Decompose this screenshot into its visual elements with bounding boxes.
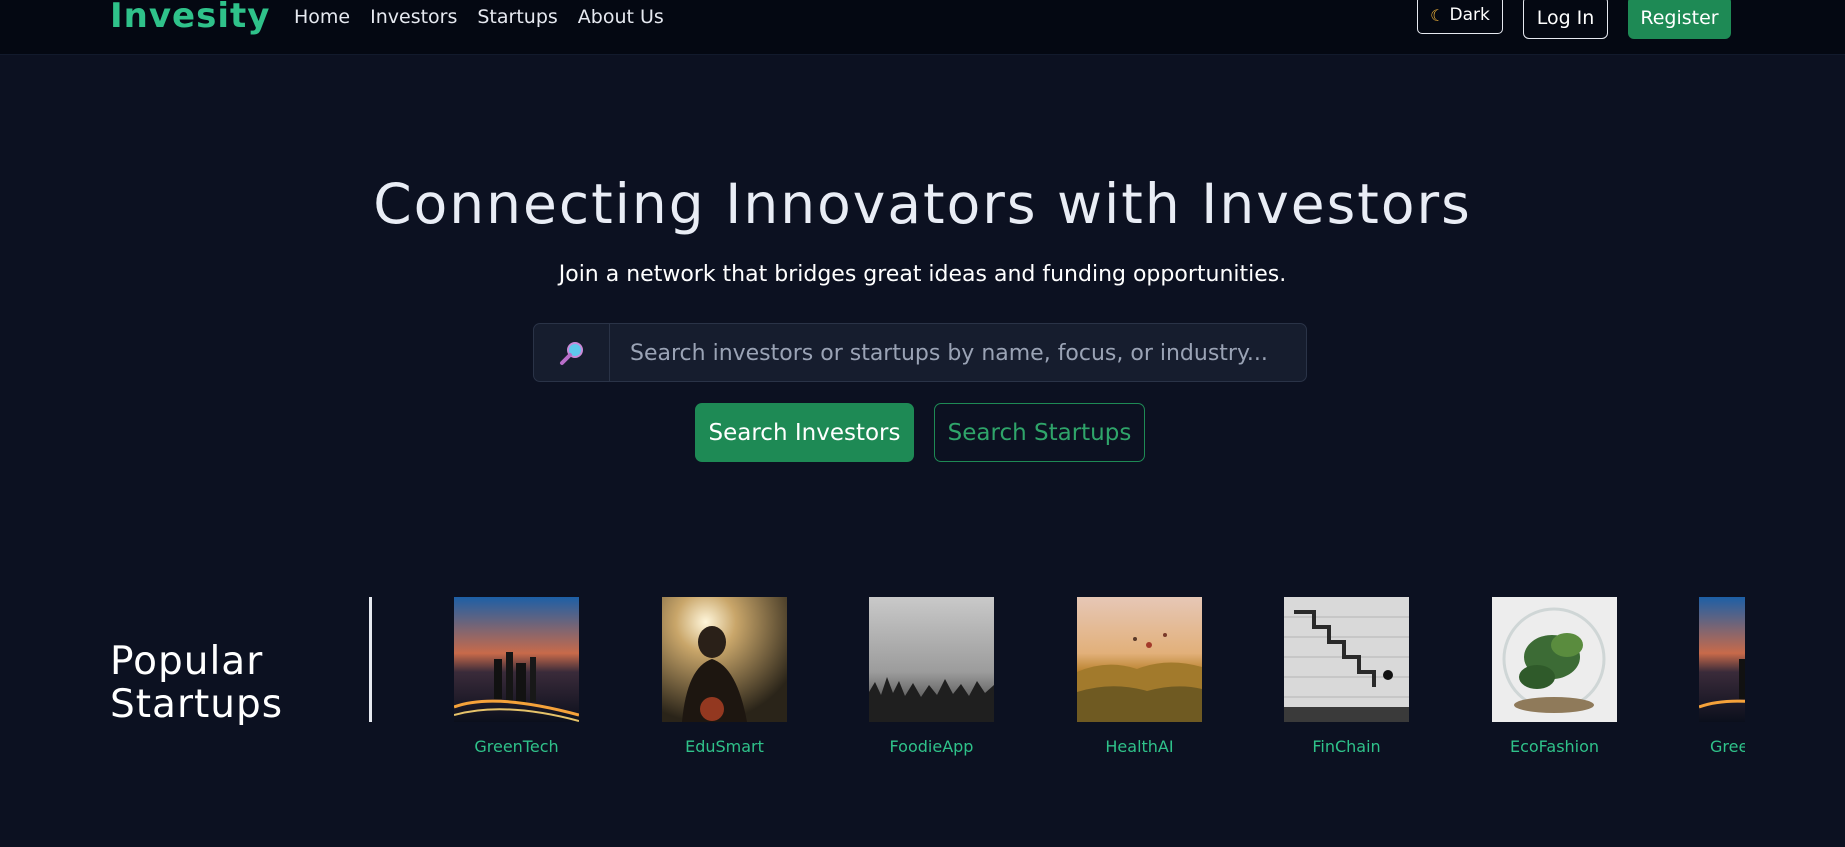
hero-title: Connecting Innovators with Investors: [373, 172, 1472, 236]
startup-card[interactable]: EcoFashion: [1492, 597, 1617, 756]
register-button[interactable]: Register: [1628, 0, 1731, 39]
nav-link-home[interactable]: Home: [294, 6, 350, 28]
startup-image-terrarium: [1492, 597, 1617, 722]
startup-carousel[interactable]: GreenTech EduSmart FoodieApp HealthAI Fi…: [372, 597, 1745, 757]
startup-name: GreenTech: [474, 737, 559, 756]
search-box: [533, 323, 1307, 383]
startup-card[interactable]: FoodieApp: [869, 597, 994, 756]
startup-image-person-backlit: [662, 597, 787, 722]
startup-image-hot-air-balloons: [1077, 597, 1202, 722]
nav-link-startups[interactable]: Startups: [477, 6, 557, 28]
startup-card[interactable]: GreenTech: [1699, 597, 1745, 756]
search-input[interactable]: [610, 324, 1306, 383]
startup-name: EduSmart: [685, 737, 764, 756]
popular-startups-heading: Popular Startups: [110, 639, 284, 727]
startup-name: FoodieApp: [889, 737, 974, 756]
startup-card[interactable]: HealthAI: [1077, 597, 1202, 756]
brand-logo[interactable]: Invesity: [110, 0, 270, 36]
startup-name: EcoFashion: [1509, 737, 1600, 756]
search-investors-button[interactable]: Search Investors: [695, 403, 914, 462]
startup-image-stone-stairs-cat: [1284, 597, 1409, 722]
startup-card[interactable]: GreenTech: [454, 597, 579, 756]
startup-image-city-sunset: [454, 597, 579, 722]
moon-icon: ☾: [1430, 5, 1445, 25]
search-addon: [534, 324, 610, 381]
startup-image-city-sunset: [1699, 597, 1745, 722]
theme-toggle-label: Dark: [1449, 5, 1490, 25]
startup-card[interactable]: FinChain: [1284, 597, 1409, 756]
magnifier-icon: [559, 341, 583, 365]
startup-name: GreenTech: [1710, 737, 1745, 756]
login-button[interactable]: Log In: [1523, 0, 1608, 39]
theme-toggle-button[interactable]: ☾ Dark: [1417, 0, 1503, 34]
nav-link-investors[interactable]: Investors: [370, 6, 457, 28]
nav-links: Home Investors Startups About Us: [294, 6, 664, 28]
startup-name: HealthAI: [1105, 737, 1174, 756]
hero-subtitle: Join a network that bridges great ideas …: [558, 262, 1287, 287]
startup-name: FinChain: [1312, 737, 1381, 756]
navbar: Invesity Home Investors Startups About U…: [0, 0, 1845, 55]
startup-image-foggy-forest: [869, 597, 994, 722]
nav-link-about-us[interactable]: About Us: [578, 6, 664, 28]
search-startups-button[interactable]: Search Startups: [934, 403, 1145, 462]
startup-card[interactable]: EduSmart: [662, 597, 787, 756]
